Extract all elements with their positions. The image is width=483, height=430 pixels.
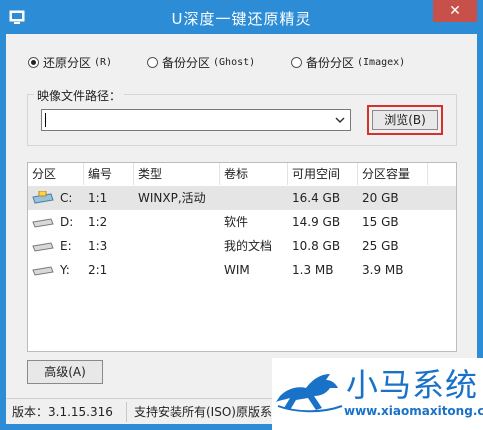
drive-icon [32,218,54,228]
radio-hotkey: (Ghost) [213,57,256,68]
cell-number: 1:2 [88,215,108,229]
cell-number: 1:3 [88,239,108,253]
cell-number: 2:1 [88,263,108,277]
cell-number: 1:1 [88,191,108,205]
title-bar[interactable]: U深度一键还原精灵 ✕ [0,0,483,34]
cell-size: 3.9 MB [362,263,404,277]
radio-unselected-icon [147,57,158,68]
image-path-label: 映像文件路径： [34,87,125,104]
table-row[interactable]: Y: 2:1 WIM 1.3 MB 3.9 MB [28,258,456,282]
drive-icon [32,242,54,252]
status-separator [126,402,127,422]
radio-hotkey: (R) [94,57,113,68]
partition-table: 分区 编号 类型 卷标 可用空间 分区容量 C: 1:1 WINXP,活动 16… [27,162,457,352]
version-text: 版本：3.1.15.316 [12,405,113,419]
browse-highlight-frame: 浏览(B) [367,105,443,135]
cell-size: 25 GB [362,239,399,253]
watermark-title: 小马系统 [346,366,479,404]
radio-unselected-icon [291,57,302,68]
cell-label: WIM [224,263,250,277]
cell-label: 软件 [224,215,249,229]
text-caret [45,113,46,127]
radio-selected-icon [28,57,39,68]
table-row[interactable]: C: 1:1 WINXP,活动 16.4 GB 20 GB [28,186,456,210]
cell-label: 我的文档 [224,239,273,253]
cell-label [220,186,288,210]
cell-size: 15 GB [362,215,399,229]
cell-drive: C: [60,191,73,205]
column-header-label[interactable]: 卷标 [220,163,288,185]
radio-backup-ghost[interactable]: 备份分区 (Ghost) [147,54,255,71]
cell-drive: E: [60,239,72,253]
cell-type [134,258,220,282]
watermark-logo: 小马系统 www.xiaomaxitong.com [272,358,483,430]
cell-free: 1.3 MB [292,263,334,277]
advanced-button[interactable]: 高级(A) [27,360,103,384]
column-header-number[interactable]: 编号 [84,163,134,185]
watermark-url: www.xiaomaxitong.com [344,404,483,418]
cell-free: 10.8 GB [292,239,341,253]
table-row[interactable]: E: 1:3 我的文档 10.8 GB 25 GB [28,234,456,258]
cell-type [134,210,220,234]
column-header-partition[interactable]: 分区 [28,163,84,185]
close-icon: ✕ [449,3,461,19]
cell-size: 20 GB [362,191,399,205]
dialog-body: 还原分区 (R) 备份分区 (Ghost) 备份分区 (Imagex) 映像文件… [6,34,477,398]
partition-table-header: 分区 编号 类型 卷标 可用空间 分区容量 [28,163,456,185]
cell-free: 14.9 GB [292,215,341,229]
drive-icon [32,266,54,276]
image-path-group: 映像文件路径： 浏览(B) [27,87,457,146]
cell-type [134,234,220,258]
column-header-type[interactable]: 类型 [134,163,220,185]
radio-backup-imagex[interactable]: 备份分区 (Imagex) [291,54,405,71]
cell-drive: Y: [60,263,70,277]
window-title: U深度一键还原精灵 [171,10,312,28]
image-path-combobox[interactable] [41,109,351,131]
close-button[interactable]: ✕ [433,0,477,22]
status-message: 支持安装所有(ISO)原版系统 [134,405,284,419]
radio-label: 备份分区 [162,56,211,70]
horse-logo-icon [276,374,343,413]
cell-type: WINXP,活动 [138,191,206,205]
radio-label: 备份分区 [306,56,355,70]
restore-wizard-window: U深度一键还原精灵 ✕ 还原分区 (R) 备份分区 (Ghost) 备份分区 (… [0,0,483,430]
table-row[interactable]: D: 1:2 软件 14.9 GB 15 GB [28,210,456,234]
radio-restore-partition[interactable]: 还原分区 (R) [28,54,112,71]
radio-label: 还原分区 [43,56,92,70]
system-drive-icon [32,191,54,204]
cell-drive: D: [60,215,74,229]
mode-radio-group: 还原分区 (R) 备份分区 (Ghost) 备份分区 (Imagex) [28,54,468,72]
cell-free: 16.4 GB [292,191,341,205]
chevron-down-icon[interactable] [334,112,346,128]
column-header-free-space[interactable]: 可用空间 [288,163,358,185]
radio-hotkey: (Imagex) [357,57,406,68]
browse-button[interactable]: 浏览(B) [372,110,438,130]
column-header-capacity[interactable]: 分区容量 [358,163,428,185]
